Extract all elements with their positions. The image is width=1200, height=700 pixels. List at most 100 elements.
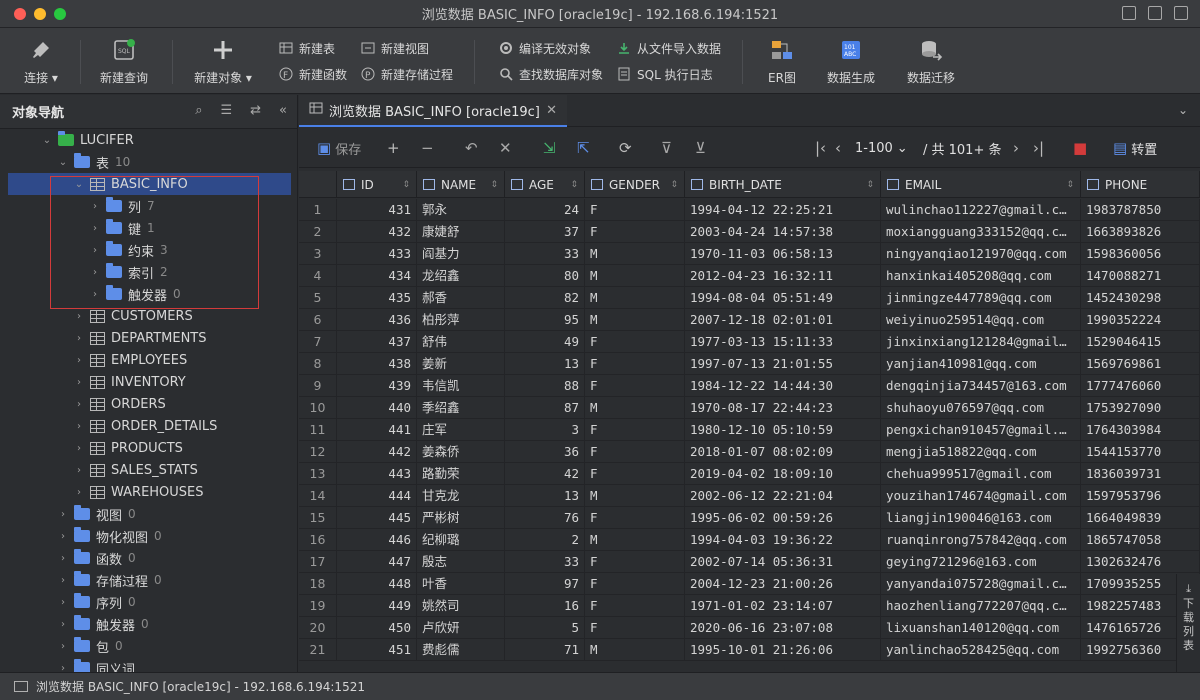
table-row[interactable]: 19 449 姚然司 16 F 1971-01-02 23:14:07 haozhenlia…	[299, 595, 1200, 617]
chevron-right-icon[interactable]: ›	[56, 597, 70, 608]
table-cell[interactable]: 2004-12-23 21:00:26	[685, 573, 881, 595]
new-procedure-button[interactable]: P 新建存储过程	[360, 64, 453, 84]
tree-node[interactable]: › ORDERS	[72, 393, 166, 415]
tree-node[interactable]: › 物化视图 0	[56, 525, 162, 547]
table-cell[interactable]: 2002-07-14 05:36:31	[685, 551, 881, 573]
chevron-right-icon[interactable]: ›	[72, 465, 86, 476]
delete-row-icon[interactable]: −	[421, 138, 434, 158]
import-file-button[interactable]: 从文件导入数据	[616, 38, 721, 58]
table-cell[interactable]: 445	[337, 507, 417, 529]
chevron-right-icon[interactable]: ›	[72, 377, 86, 388]
chevron-right-icon[interactable]: ›	[72, 487, 86, 498]
chevron-down-icon[interactable]: ⌄	[56, 157, 70, 168]
table-cell[interactable]: F	[585, 221, 685, 243]
table-cell[interactable]: 1664049839	[1081, 507, 1200, 529]
table-cell[interactable]: F	[585, 507, 685, 529]
data-generation-button[interactable]: 101 ABC 数据生成	[822, 28, 880, 94]
tree-node[interactable]: › 视图 0	[56, 503, 136, 525]
table-cell[interactable]: 33	[505, 243, 585, 265]
table-cell[interactable]: 24	[505, 199, 585, 221]
column-header[interactable]: BIRTH_DATE ⇕	[685, 171, 881, 198]
table-cell[interactable]: 442	[337, 441, 417, 463]
sort-icon[interactable]: ⇕	[570, 180, 578, 190]
table-cell[interactable]: 严彬树	[417, 507, 505, 529]
table-cell[interactable]: 1764303984	[1081, 419, 1200, 441]
table-cell[interactable]: jinxinxiang121284@gmail…	[881, 331, 1081, 353]
table-row[interactable]: 6 436 柏彤萍 95 M 2007-12-18 02:01:01 weiyinuo259…	[299, 309, 1200, 331]
table-cell[interactable]: 13	[505, 353, 585, 375]
table-cell[interactable]: M	[585, 243, 685, 265]
table-cell[interactable]: 1302632476	[1081, 551, 1200, 573]
table-cell[interactable]: 1470088271	[1081, 265, 1200, 287]
new-query-button[interactable]: SQL 新建查询	[92, 28, 156, 94]
sort-icon[interactable]: ⇕	[490, 180, 498, 190]
table-cell[interactable]: 韦信凯	[417, 375, 505, 397]
table-cell[interactable]: 446	[337, 529, 417, 551]
table-cell[interactable]: yanyandai075728@gmail.c…	[881, 573, 1081, 595]
table-cell[interactable]: 2018-01-07 08:02:09	[685, 441, 881, 463]
table-cell[interactable]: 甘克龙	[417, 485, 505, 507]
table-cell[interactable]: 87	[505, 397, 585, 419]
table-cell[interactable]: 435	[337, 287, 417, 309]
column-header[interactable]: AGE ⇕	[505, 171, 585, 198]
table-cell[interactable]: 450	[337, 617, 417, 639]
table-cell[interactable]: 1663893826	[1081, 221, 1200, 243]
chevron-right-icon[interactable]: ›	[72, 333, 86, 344]
table-row[interactable]: 10 440 季绍鑫 87 M 1970-08-17 22:44:23 shuhaoyu07…	[299, 397, 1200, 419]
table-cell[interactable]: ningyanqiao121970@qq.com	[881, 243, 1081, 265]
sort-icon[interactable]: ⇕	[670, 180, 678, 190]
table-row[interactable]: 11 441 庄军 3 F 1980-12-10 05:10:59 pengxichan91…	[299, 419, 1200, 441]
connect-button[interactable]: 连接 ▾	[12, 28, 70, 94]
table-cell[interactable]: 431	[337, 199, 417, 221]
refresh-icon[interactable]: ⟳	[619, 138, 632, 158]
table-cell[interactable]: F	[585, 441, 685, 463]
table-cell[interactable]: 姚然司	[417, 595, 505, 617]
table-cell[interactable]: F	[585, 353, 685, 375]
find-objects-button[interactable]: 查找数据库对象	[498, 64, 603, 84]
sort-icon[interactable]: ⇕	[866, 180, 874, 190]
table-cell[interactable]: 1865747058	[1081, 529, 1200, 551]
tree-node[interactable]: › 存储过程 0	[56, 569, 162, 591]
table-cell[interactable]: 卢欣妍	[417, 617, 505, 639]
table-row[interactable]: 17 447 殷志 33 F 2002-07-14 05:36:31 geying72129…	[299, 551, 1200, 573]
column-header[interactable]: GENDER ⇕	[585, 171, 685, 198]
table-cell[interactable]: F	[585, 551, 685, 573]
minimize-window-button[interactable]	[34, 8, 46, 20]
table-cell[interactable]: 1980-12-10 05:10:59	[685, 419, 881, 441]
table-cell[interactable]: F	[585, 617, 685, 639]
tree-node[interactable]: › EMPLOYEES	[72, 349, 187, 371]
table-row[interactable]: 13 443 路勤荣 42 F 2019-04-02 18:09:10 chehua9995…	[299, 463, 1200, 485]
table-cell[interactable]: 433	[337, 243, 417, 265]
table-cell[interactable]: 姜森侨	[417, 441, 505, 463]
table-cell[interactable]: 439	[337, 375, 417, 397]
table-cell[interactable]: 36	[505, 441, 585, 463]
toggle-right-panel-icon[interactable]	[1174, 6, 1188, 20]
table-cell[interactable]: F	[585, 331, 685, 353]
chevron-right-icon[interactable]: ›	[72, 443, 86, 454]
collapse-panel-icon[interactable]: «	[279, 103, 287, 118]
table-cell[interactable]: 2003-04-24 14:57:38	[685, 221, 881, 243]
close-window-button[interactable]	[14, 8, 26, 20]
data-migration-button[interactable]: 数据迁移	[902, 28, 960, 94]
table-cell[interactable]: 16	[505, 595, 585, 617]
compile-invalid-button[interactable]: 编译无效对象	[498, 38, 591, 58]
table-cell[interactable]: 1598360056	[1081, 243, 1200, 265]
table-row[interactable]: 7 437 舒伟 49 F 1977-03-13 15:11:33 jinxinxiang1…	[299, 331, 1200, 353]
table-cell[interactable]: 436	[337, 309, 417, 331]
table-row[interactable]: 2 432 康婕舒 37 F 2003-04-24 14:57:38 moxiangguan…	[299, 221, 1200, 243]
table-cell[interactable]: 3	[505, 419, 585, 441]
table-row[interactable]: 16 446 纪柳璐 2 M 1994-04-03 19:36:22 ruanqinrong…	[299, 529, 1200, 551]
table-cell[interactable]: 康婕舒	[417, 221, 505, 243]
table-cell[interactable]: 432	[337, 221, 417, 243]
table-cell[interactable]: 13	[505, 485, 585, 507]
sort-icon[interactable]: ⇕	[1066, 180, 1074, 190]
table-cell[interactable]: yanjian410981@qq.com	[881, 353, 1081, 375]
chevron-right-icon[interactable]: ›	[72, 421, 86, 432]
er-diagram-button[interactable]: ER图	[760, 28, 804, 94]
table-cell[interactable]: 郝香	[417, 287, 505, 309]
table-cell[interactable]: 1836039731	[1081, 463, 1200, 485]
table-cell[interactable]: 1777476060	[1081, 375, 1200, 397]
table-cell[interactable]: weiyinuo259514@qq.com	[881, 309, 1081, 331]
toggle-left-panel-icon[interactable]	[1122, 6, 1136, 20]
table-cell[interactable]: F	[585, 419, 685, 441]
